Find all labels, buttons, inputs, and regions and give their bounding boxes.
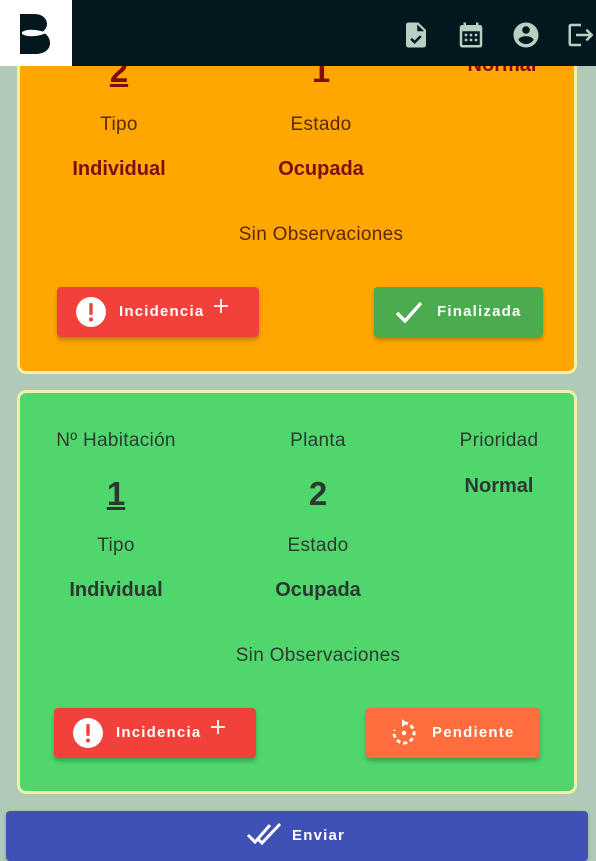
- observations-text: Sin Observaciones: [235, 645, 401, 666]
- alert-circle-icon: [76, 297, 106, 327]
- incident-button-label: Incidencia: [116, 724, 202, 741]
- logo[interactable]: [0, 0, 72, 66]
- type-label: Tipo: [100, 114, 138, 135]
- type-label: Tipo: [97, 535, 135, 556]
- plus-icon: [214, 299, 228, 313]
- app-header: [0, 0, 596, 66]
- floor-label: Planta: [290, 430, 346, 451]
- account-circle-icon[interactable]: [511, 20, 541, 50]
- pending-button[interactable]: Pendiente: [366, 708, 540, 758]
- observations-text: Sin Observaciones: [238, 224, 404, 245]
- room-number-label: Nº Habitación: [56, 430, 176, 451]
- status-value: Ocupada: [278, 158, 364, 180]
- logo-b-icon: [20, 14, 50, 54]
- logout-icon[interactable]: [566, 20, 596, 50]
- send-button[interactable]: Enviar: [6, 811, 588, 861]
- priority-label: Prioridad: [459, 430, 539, 451]
- finalize-button-label: Finalizada: [437, 303, 522, 320]
- incident-button-label: Incidencia: [119, 303, 205, 320]
- check-icon: [395, 301, 423, 324]
- calendar-icon[interactable]: [456, 20, 486, 50]
- priority-value: Normal: [464, 475, 534, 497]
- document-check-icon[interactable]: [401, 20, 431, 50]
- plus-icon: [211, 720, 225, 734]
- room-number-link[interactable]: 1: [107, 475, 125, 513]
- status-label: Estado: [290, 114, 352, 135]
- send-button-label: Enviar: [292, 827, 346, 844]
- status-label: Estado: [287, 535, 349, 556]
- status-value: Ocupada: [275, 579, 361, 601]
- restore-icon: [392, 719, 416, 745]
- incident-button[interactable]: Incidencia: [54, 708, 256, 758]
- type-value: Individual: [69, 579, 163, 601]
- pending-button-label: Pendiente: [432, 724, 515, 741]
- double-check-icon: [246, 822, 282, 846]
- incident-button[interactable]: Incidencia: [57, 287, 259, 337]
- room-card-green: Nº Habitación Planta Prioridad 1 2 Norma…: [17, 390, 577, 794]
- alert-circle-icon: [73, 718, 103, 748]
- type-value: Individual: [72, 158, 166, 180]
- floor-value: 2: [308, 475, 328, 512]
- finalize-button[interactable]: Finalizada: [374, 287, 543, 337]
